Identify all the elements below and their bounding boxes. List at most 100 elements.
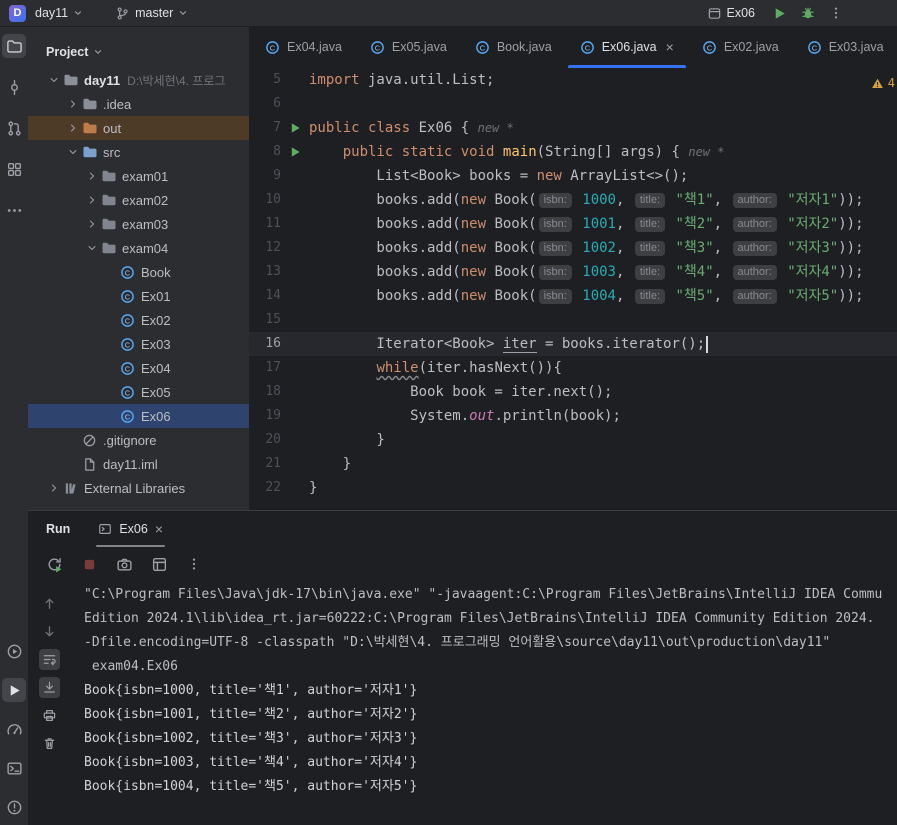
services-icon[interactable] bbox=[2, 639, 26, 663]
run-line-icon[interactable] bbox=[290, 122, 301, 134]
run-tab[interactable]: Ex06 × bbox=[92, 511, 169, 547]
editor-tab[interactable]: C Ex03.java bbox=[793, 26, 897, 68]
more-vertical-icon[interactable] bbox=[184, 554, 204, 574]
structure-icon[interactable] bbox=[2, 157, 26, 181]
tree-item[interactable]: day11.iml bbox=[28, 452, 249, 476]
chevron-right-icon[interactable] bbox=[84, 194, 100, 206]
code-line-text[interactable]: books.add(new Book(isbn: 1000, title: "책… bbox=[309, 188, 864, 212]
code-line-text[interactable]: public class Ex06 { new * bbox=[309, 116, 514, 140]
terminal-icon[interactable] bbox=[2, 756, 26, 780]
tree-item[interactable]: C Ex05 bbox=[28, 380, 249, 404]
tree-item[interactable]: C Ex06 bbox=[28, 404, 249, 428]
chevron-down-icon[interactable] bbox=[84, 242, 100, 254]
soft-wrap-icon[interactable] bbox=[38, 649, 60, 670]
close-icon[interactable]: × bbox=[666, 39, 674, 55]
restore-layout-icon[interactable] bbox=[149, 554, 169, 574]
more-options-button[interactable] bbox=[829, 6, 843, 20]
code-line-text[interactable]: Iterator<Book> iter = books.iterator(); bbox=[309, 332, 709, 356]
scroll-to-end-icon[interactable] bbox=[38, 677, 60, 698]
chevron-down-icon[interactable] bbox=[46, 74, 62, 86]
project-icon[interactable] bbox=[2, 34, 26, 58]
gutter bbox=[281, 116, 309, 140]
tree-item[interactable]: src bbox=[28, 140, 249, 164]
editor-tab[interactable]: C Ex05.java bbox=[356, 26, 461, 68]
editor-tab[interactable]: C Book.java bbox=[461, 26, 566, 68]
stop-icon[interactable] bbox=[79, 554, 99, 574]
code-line-text[interactable]: while(iter.hasNext()){ bbox=[309, 356, 561, 380]
tree-item[interactable]: exam02 bbox=[28, 188, 249, 212]
code-token: "책4" bbox=[667, 264, 714, 280]
run-config-selector[interactable]: Ex06 bbox=[703, 4, 760, 23]
library-icon bbox=[62, 481, 79, 496]
inspections-widget[interactable]: 4 bbox=[864, 74, 897, 92]
code-token: iter bbox=[502, 336, 537, 353]
debug-button[interactable] bbox=[800, 5, 816, 21]
project-selector[interactable]: day11 bbox=[28, 4, 90, 22]
tree-item[interactable]: day11 D:\박세현\4. 프로그 bbox=[28, 68, 249, 92]
code-token: new bbox=[460, 192, 487, 208]
tree-item[interactable]: .idea bbox=[28, 92, 249, 116]
tree-item[interactable]: C Ex01 bbox=[28, 284, 249, 308]
editor-tab[interactable]: C Ex06.java × bbox=[566, 26, 688, 68]
run-button[interactable] bbox=[772, 6, 787, 21]
code-line-text[interactable]: Book book = iter.next(); bbox=[309, 380, 612, 404]
clear-icon[interactable] bbox=[39, 733, 60, 754]
code-line-text[interactable]: } bbox=[309, 452, 351, 476]
code-line-text[interactable]: } bbox=[309, 428, 384, 452]
tree-item[interactable]: exam04 bbox=[28, 236, 249, 260]
code-token: )); bbox=[838, 240, 864, 256]
svg-text:C: C bbox=[125, 268, 131, 277]
code-line-text[interactable]: } bbox=[309, 476, 317, 500]
code-token: static bbox=[401, 144, 453, 160]
code-line-text[interactable]: import java.util.List; bbox=[309, 68, 494, 92]
tree-item[interactable]: C Ex02 bbox=[28, 308, 249, 332]
console-line: -Dfile.encoding=UTF-8 -classpath "D:\박세현… bbox=[84, 635, 831, 650]
code-line-text[interactable]: books.add(new Book(isbn: 1001, title: "책… bbox=[309, 212, 864, 236]
console-output[interactable]: "C:\Program Files\Java\jdk-17\bin\java.e… bbox=[84, 583, 897, 825]
chevron-right-icon[interactable] bbox=[46, 482, 62, 494]
editor-tab[interactable]: C Ex02.java bbox=[688, 26, 793, 68]
run-icon[interactable] bbox=[2, 678, 26, 702]
profiler-icon[interactable] bbox=[2, 717, 26, 741]
project-panel-header[interactable]: Project bbox=[28, 38, 249, 66]
tree-item[interactable]: C Ex03 bbox=[28, 332, 249, 356]
code-line-text[interactable]: books.add(new Book(isbn: 1002, title: "책… bbox=[309, 236, 864, 260]
code-line-text[interactable]: books.add(new Book(isbn: 1003, title: "책… bbox=[309, 260, 864, 284]
commit-icon[interactable] bbox=[2, 75, 26, 99]
branch-selector[interactable]: master bbox=[108, 4, 195, 23]
project-badge[interactable]: D bbox=[9, 4, 26, 22]
chevron-right-icon[interactable] bbox=[65, 122, 81, 134]
chevron-right-icon[interactable] bbox=[65, 98, 81, 110]
tree-item[interactable]: exam01 bbox=[28, 164, 249, 188]
tree-item[interactable]: C Book bbox=[28, 260, 249, 284]
run-line-icon[interactable] bbox=[290, 146, 301, 158]
chevron-down-icon bbox=[93, 47, 103, 57]
code-line-text[interactable]: System.out.println(book); bbox=[309, 404, 621, 428]
tree-item[interactable]: exam03 bbox=[28, 212, 249, 236]
tree-item[interactable]: .gitignore bbox=[28, 428, 249, 452]
code-line-text[interactable]: List<Book> books = new ArrayList<>(); bbox=[309, 164, 688, 188]
arrow-up-icon[interactable] bbox=[39, 593, 60, 614]
chevron-right-icon[interactable] bbox=[84, 170, 100, 182]
tree-item[interactable]: out bbox=[28, 116, 249, 140]
tree-item[interactable]: External Libraries bbox=[28, 476, 249, 500]
problems-icon[interactable] bbox=[2, 795, 26, 819]
editor-tab[interactable]: C Ex04.java bbox=[251, 26, 356, 68]
code-editor[interactable]: 5 import java.util.List; 6 7 public class Ex… bbox=[249, 68, 897, 510]
pull-requests-icon[interactable] bbox=[2, 116, 26, 140]
code-line-text[interactable]: public static void main(String[] args) {… bbox=[309, 140, 725, 164]
thread-dump-icon[interactable] bbox=[114, 554, 134, 574]
close-icon[interactable]: × bbox=[155, 521, 163, 537]
line-number: 14 bbox=[265, 288, 281, 303]
more-tools-icon[interactable] bbox=[2, 198, 26, 222]
code-token: while bbox=[376, 360, 419, 376]
warning-count: 4 bbox=[887, 76, 895, 90]
print-icon[interactable] bbox=[39, 705, 60, 726]
arrow-down-icon[interactable] bbox=[39, 621, 60, 642]
tree-item[interactable]: C Ex04 bbox=[28, 356, 249, 380]
rerun-icon[interactable] bbox=[44, 554, 64, 574]
code-line-text[interactable]: books.add(new Book(isbn: 1004, title: "책… bbox=[309, 284, 864, 308]
chevron-down-icon[interactable] bbox=[65, 146, 81, 158]
chevron-right-icon[interactable] bbox=[84, 218, 100, 230]
